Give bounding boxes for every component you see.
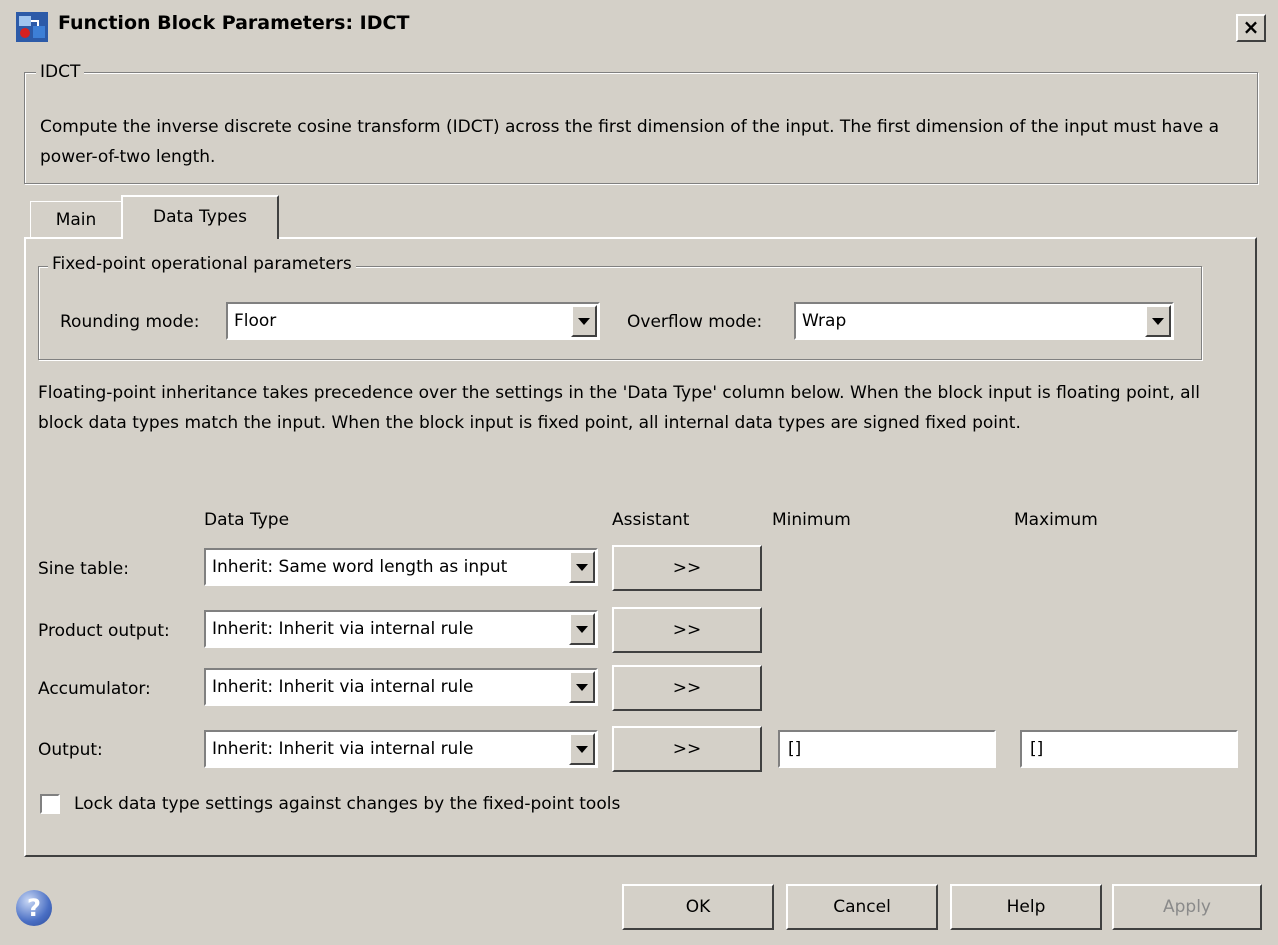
tab-main[interactable]: Main bbox=[30, 201, 122, 237]
cancel-button[interactable]: Cancel bbox=[786, 884, 938, 930]
chevron-down-icon[interactable] bbox=[569, 551, 595, 583]
chevron-down-icon[interactable] bbox=[569, 733, 595, 765]
output-data-type-value: Inherit: Inherit via internal rule bbox=[212, 739, 474, 759]
tab-data-types[interactable]: Data Types bbox=[121, 195, 279, 239]
accumulator-data-type-dropdown[interactable]: Inherit: Inherit via internal rule bbox=[204, 668, 598, 706]
rounding-mode-label: Rounding mode: bbox=[60, 312, 200, 332]
accumulator-assistant-button[interactable]: >> bbox=[612, 665, 762, 711]
product-output-data-type-value: Inherit: Inherit via internal rule bbox=[212, 619, 474, 639]
sine-table-data-type-value: Inherit: Same word length as input bbox=[212, 557, 508, 577]
header-data-type: Data Type bbox=[204, 510, 290, 530]
product-output-data-type-dropdown[interactable]: Inherit: Inherit via internal rule bbox=[204, 610, 598, 648]
overflow-mode-dropdown[interactable]: Wrap bbox=[794, 302, 1174, 340]
header-minimum: Minimum bbox=[772, 510, 851, 530]
rounding-mode-value: Floor bbox=[234, 311, 277, 331]
output-assistant-button[interactable]: >> bbox=[612, 726, 762, 772]
header-assistant: Assistant bbox=[612, 510, 690, 530]
sine-table-assistant-button[interactable]: >> bbox=[612, 545, 762, 591]
simulink-icon bbox=[16, 12, 48, 42]
lock-data-types-label: Lock data type settings against changes … bbox=[74, 794, 621, 814]
chevron-down-icon[interactable] bbox=[569, 671, 595, 703]
output-maximum-field[interactable]: [] bbox=[1020, 730, 1238, 768]
output-maximum-value: [] bbox=[1030, 739, 1044, 759]
product-output-label: Product output: bbox=[38, 621, 170, 641]
header-maximum: Maximum bbox=[1014, 510, 1098, 530]
output-label: Output: bbox=[38, 740, 103, 760]
overflow-mode-value: Wrap bbox=[802, 311, 847, 331]
close-button[interactable]: × bbox=[1236, 14, 1266, 42]
inheritance-note: Floating-point inheritance takes precede… bbox=[38, 383, 1201, 433]
product-output-assistant-button[interactable]: >> bbox=[612, 607, 762, 653]
window-title: Function Block Parameters: IDCT bbox=[58, 12, 410, 34]
description-group-title: IDCT bbox=[36, 62, 85, 82]
ok-button[interactable]: OK bbox=[622, 884, 774, 930]
output-data-type-dropdown[interactable]: Inherit: Inherit via internal rule bbox=[204, 730, 598, 768]
overflow-mode-label: Overflow mode: bbox=[627, 312, 763, 332]
chevron-down-icon[interactable] bbox=[571, 305, 597, 337]
help-icon[interactable]: ? bbox=[16, 890, 52, 926]
sine-table-data-type-dropdown[interactable]: Inherit: Same word length as input bbox=[204, 548, 598, 586]
chevron-down-icon[interactable] bbox=[1145, 305, 1171, 337]
rounding-mode-dropdown[interactable]: Floor bbox=[226, 302, 600, 340]
apply-button: Apply bbox=[1112, 884, 1262, 930]
output-minimum-value: [] bbox=[788, 739, 802, 759]
accumulator-label: Accumulator: bbox=[38, 679, 151, 699]
sine-table-label: Sine table: bbox=[38, 559, 129, 579]
help-button[interactable]: Help bbox=[950, 884, 1102, 930]
chevron-down-icon[interactable] bbox=[569, 613, 595, 645]
fixed-point-group-title: Fixed-point operational parameters bbox=[48, 254, 356, 274]
output-minimum-field[interactable]: [] bbox=[778, 730, 996, 768]
lock-data-types-checkbox[interactable] bbox=[40, 794, 60, 814]
accumulator-data-type-value: Inherit: Inherit via internal rule bbox=[212, 677, 474, 697]
description-text: Compute the inverse discrete cosine tran… bbox=[40, 117, 1220, 167]
